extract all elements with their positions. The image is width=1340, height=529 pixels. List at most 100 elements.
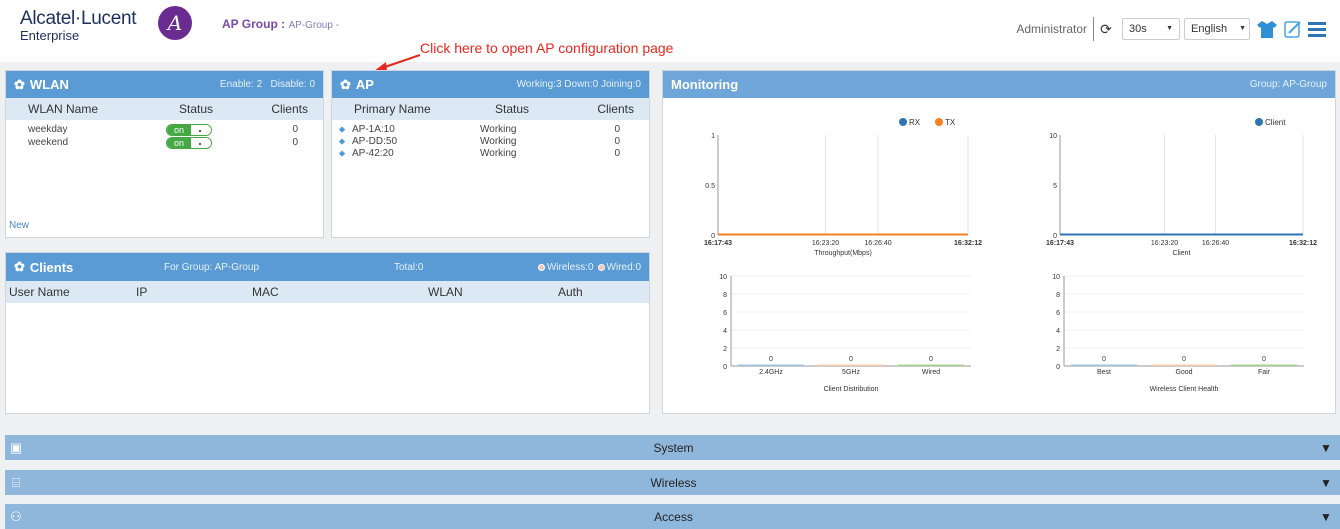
ap-row[interactable]: ⬥ AP-42:20 Working 0 bbox=[332, 147, 649, 159]
data-label: 0 bbox=[1182, 356, 1186, 363]
wlan-table-header: WLAN Name Status Clients bbox=[6, 98, 323, 120]
theme-shirt-icon[interactable] bbox=[1256, 19, 1278, 39]
ap-title[interactable]: AP bbox=[356, 77, 374, 92]
legend-marker-rx bbox=[899, 118, 907, 126]
wlan-status-toggle[interactable]: on bbox=[166, 123, 226, 136]
ap-table-header: Primary Name Status Clients bbox=[332, 98, 649, 120]
chevron-down-icon: ▼ bbox=[1239, 25, 1247, 32]
bar bbox=[1071, 364, 1137, 366]
wlan-row[interactable]: weekday on 0 bbox=[6, 123, 323, 136]
edit-note-icon[interactable] bbox=[1284, 20, 1302, 38]
y-tick-label: 1 bbox=[711, 133, 715, 140]
section-wireless[interactable]: ⌸ Wireless ▼ bbox=[5, 470, 1340, 495]
ap-name[interactable]: AP-42:20 bbox=[352, 148, 480, 159]
toggle-on-label: on bbox=[167, 137, 191, 148]
ap-panel-header[interactable]: ✿ AP Working:3 Down:0 Joining:0 bbox=[332, 71, 649, 98]
clients-panel-header: ✿ Clients For Group: AP-Group Total:0 Wir… bbox=[6, 253, 649, 281]
data-label: 0 bbox=[1262, 356, 1266, 363]
wlan-status-toggle[interactable]: on bbox=[166, 136, 226, 149]
logo-mark-icon: A bbox=[158, 6, 192, 40]
refresh-icon[interactable]: ⟳ bbox=[1094, 21, 1118, 38]
clients-wired-count[interactable]: Wired:0 bbox=[607, 262, 641, 273]
wired-radio-icon[interactable] bbox=[597, 263, 605, 271]
chevron-down-icon: ▼ bbox=[1166, 25, 1173, 32]
clients-panel: ✿ Clients For Group: AP-Group Total:0 Wir… bbox=[5, 252, 650, 414]
col-auth: Auth bbox=[558, 285, 583, 299]
clients-wireless-count[interactable]: Wireless:0 bbox=[547, 262, 594, 273]
ap-clients: 0 bbox=[614, 147, 620, 159]
col-wlan: WLAN bbox=[428, 285, 463, 299]
ap-group-value[interactable]: AP-Group - bbox=[288, 20, 339, 31]
y-tick-label: 4 bbox=[1056, 328, 1060, 335]
gear-icon[interactable]: ✿ bbox=[14, 259, 25, 275]
wlan-name[interactable]: weekend bbox=[6, 137, 166, 148]
x-tick-label: 16:32:12 bbox=[954, 240, 982, 247]
y-tick-label: 0 bbox=[711, 233, 715, 240]
wlan-row[interactable]: weekend on 0 bbox=[6, 136, 323, 149]
toggle-on-label: on bbox=[167, 124, 191, 135]
bar bbox=[1151, 364, 1217, 366]
chart-title: Wireless Client Health bbox=[1150, 386, 1219, 393]
col-clients: Clients bbox=[597, 102, 634, 116]
chevron-down-icon[interactable]: ▼ bbox=[1320, 476, 1340, 490]
chevron-down-icon[interactable]: ▼ bbox=[1320, 510, 1340, 524]
y-tick-label: 0 bbox=[1056, 364, 1060, 371]
wlan-panel-header: ✿ WLAN Enable: 2 Disable: 0 bbox=[6, 71, 323, 98]
gear-icon[interactable]: ✿ bbox=[14, 77, 25, 93]
ap-group-label: AP Group : bbox=[222, 17, 286, 31]
wlan-enable-count: Enable: 2 bbox=[219, 79, 263, 90]
monitoring-group: Group: AP-Group bbox=[1249, 79, 1327, 90]
x-tick-label: 16:26:40 bbox=[1202, 240, 1229, 247]
refresh-interval-select[interactable]: 30s ▼ bbox=[1122, 18, 1180, 40]
ap-name[interactable]: AP-1A:10 bbox=[352, 124, 480, 135]
language-select[interactable]: English ▼ bbox=[1184, 18, 1250, 40]
x-tick-label: 2.4GHz bbox=[759, 369, 783, 376]
chevron-down-icon[interactable]: ▼ bbox=[1320, 441, 1340, 455]
clients-title: Clients bbox=[29, 259, 74, 275]
menu-icon[interactable] bbox=[1308, 21, 1326, 37]
x-tick-label: 5GHz bbox=[842, 369, 860, 376]
col-mac: MAC bbox=[252, 285, 279, 299]
col-user-name: User Name bbox=[9, 285, 70, 299]
wlan-name[interactable]: weekday bbox=[6, 124, 166, 135]
data-label: 0 bbox=[1102, 356, 1106, 363]
wlan-title: WLAN bbox=[29, 77, 69, 92]
ap-row[interactable]: ⬥ AP-DD:50 Working 0 bbox=[332, 135, 649, 147]
wlan-disable-count: Disable: 0 bbox=[270, 79, 315, 90]
y-tick-label: 10 bbox=[1052, 274, 1060, 281]
new-wlan-link[interactable]: New bbox=[9, 220, 29, 231]
ap-clients: 0 bbox=[614, 135, 620, 147]
wireless-radio-icon[interactable] bbox=[537, 263, 545, 271]
col-status: Status bbox=[494, 102, 530, 116]
top-bar: Alcatel·Lucent Enterprise A AP Group : A… bbox=[0, 0, 1340, 72]
ap-row[interactable]: ⬥ AP-1A:10 Working 0 bbox=[332, 123, 649, 135]
chart-title: Client Distribution bbox=[824, 386, 879, 393]
monitoring-panel: Monitoring Group: AP-Group 1 0.5 0 16:17:43… bbox=[662, 70, 1336, 414]
y-tick-label: 2 bbox=[1056, 346, 1060, 353]
x-tick-label: 16:17:43 bbox=[1046, 240, 1074, 247]
y-tick-label: 8 bbox=[723, 292, 727, 299]
y-tick-label: 2 bbox=[723, 346, 727, 353]
bar bbox=[738, 364, 804, 366]
section-access[interactable]: ⚇ Access ▼ bbox=[5, 504, 1340, 529]
ap-status: Working bbox=[480, 135, 517, 147]
bar bbox=[818, 364, 884, 366]
gear-icon[interactable]: ✿ bbox=[340, 77, 351, 93]
legend-label: Client bbox=[1265, 118, 1286, 127]
clients-group: For Group: AP-Group bbox=[164, 261, 260, 273]
y-tick-label: 4 bbox=[723, 328, 727, 335]
monitoring-charts: 10.5016:17:43 16:23:20 16:26:40 16:32:12Thr… bbox=[704, 118, 1317, 393]
section-system-title: System bbox=[653, 440, 694, 455]
section-system[interactable]: ▣ System ▼ bbox=[5, 435, 1340, 460]
y-tick-label: 0 bbox=[723, 364, 727, 371]
ap-status: Working bbox=[480, 147, 517, 159]
ap-stats: Working:3 Down:0 Joining:0 bbox=[516, 79, 641, 90]
legend-marker-tx bbox=[935, 118, 943, 126]
user-name[interactable]: Administrator bbox=[1016, 17, 1094, 41]
data-label: 0 bbox=[849, 356, 853, 363]
monitoring-title: Monitoring bbox=[671, 77, 739, 92]
data-label: 0 bbox=[929, 356, 933, 363]
brand-subtitle: Enterprise bbox=[20, 28, 80, 43]
ap-name[interactable]: AP-DD:50 bbox=[352, 136, 480, 147]
col-primary-name: Primary Name bbox=[354, 102, 431, 116]
